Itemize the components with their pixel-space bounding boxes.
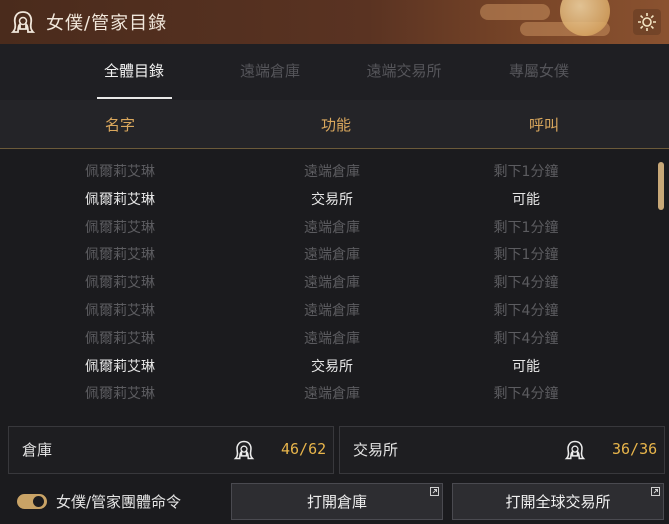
scrollbar-thumb[interactable] (658, 162, 664, 210)
warehouse-count: 46/62 (281, 440, 327, 458)
tab-all-list[interactable]: 全體目錄 (64, 60, 204, 81)
maid-call-status: 剩下4分鐘 (493, 330, 559, 347)
maid-call-status: 剩下4分鐘 (493, 275, 559, 292)
maid-call-status: 可能 (512, 191, 540, 208)
tab-remote-warehouse[interactable]: 遠端倉庫 (200, 60, 340, 81)
open-global-market-label: 打開全球交易所 (505, 493, 611, 511)
maid-name: 佩爾莉艾琳 (85, 219, 155, 236)
maid-function: 遠端倉庫 (304, 219, 360, 236)
maid-function: 遠端倉庫 (304, 330, 360, 347)
maid-name: 佩爾莉艾琳 (85, 275, 155, 292)
maid-name: 佩爾莉艾琳 (85, 164, 155, 180)
maid-name: 佩爾莉艾琳 (85, 330, 155, 347)
maid-icon (10, 11, 36, 33)
gear-icon (638, 13, 656, 31)
maid-list: 佩爾莉艾琳 遠端倉庫 剩下1分鐘 佩爾莉艾琳 交易所 可能 佩爾莉艾琳 遠端倉庫 剩下1分鐘 佩爾… (0, 149, 669, 414)
warehouse-label: 倉庫 (22, 441, 53, 459)
maid-call-status: 剩下4分鐘 (493, 303, 559, 319)
external-link-icon (430, 487, 439, 496)
maid-function: 遠端倉庫 (304, 275, 360, 292)
settings-button[interactable] (633, 9, 661, 35)
column-header-call[interactable]: 呼叫 (444, 114, 644, 135)
maid-name: 佩爾莉艾琳 (85, 358, 155, 375)
tab-exclusive-maid[interactable]: 專屬女僕 (469, 60, 609, 81)
maid-icon (564, 440, 586, 460)
window-title: 女僕/管家目錄 (46, 13, 168, 34)
open-global-market-button[interactable]: 打開全球交易所 (452, 483, 664, 520)
market-count: 36/36 (612, 440, 658, 458)
warehouse-stat: 倉庫 46/62 (8, 426, 334, 474)
cloud-decoration (480, 4, 550, 20)
open-warehouse-button[interactable]: 打開倉庫 (231, 483, 443, 520)
maid-function: 遠端倉庫 (304, 386, 360, 403)
tab-remote-market[interactable]: 遠端交易所 (334, 60, 474, 81)
list-item[interactable]: 佩爾莉艾琳 遠端倉庫 剩下4分鐘 (0, 379, 650, 407)
column-header-name[interactable]: 名字 (20, 114, 220, 135)
maid-call-status: 剩下1分鐘 (493, 247, 559, 264)
list-item[interactable]: 佩爾莉艾琳 遠端倉庫 剩下4分鐘 (0, 296, 650, 324)
maid-function: 交易所 (311, 358, 353, 375)
maid-function: 遠端倉庫 (304, 247, 360, 264)
open-warehouse-label: 打開倉庫 (306, 493, 367, 511)
title-bar: 女僕/管家目錄 (0, 0, 669, 45)
list-item[interactable]: 佩爾莉艾琳 遠端倉庫 剩下4分鐘 (0, 324, 650, 352)
list-item[interactable]: 佩爾莉艾琳 遠端倉庫 剩下4分鐘 (0, 268, 650, 296)
maid-function: 遠端倉庫 (304, 303, 360, 319)
active-tab-indicator (97, 97, 172, 99)
maid-name: 佩爾莉艾琳 (85, 191, 155, 208)
market-label: 交易所 (353, 441, 399, 459)
tab-bar: 全體目錄 遠端倉庫 遠端交易所 專屬女僕 (0, 44, 669, 100)
maid-function: 交易所 (311, 191, 353, 208)
maid-name: 佩爾莉艾琳 (85, 303, 155, 319)
group-command-label: 女僕/管家團體命令 (56, 493, 182, 511)
maid-name: 佩爾莉艾琳 (85, 247, 155, 264)
list-item[interactable]: 佩爾莉艾琳 交易所 可能 (0, 352, 650, 380)
external-link-icon (651, 487, 660, 496)
list-item[interactable]: 佩爾莉艾琳 遠端倉庫 剩下1分鐘 (0, 240, 650, 268)
list-item[interactable]: 佩爾莉艾琳 遠端倉庫 剩下1分鐘 (0, 213, 650, 241)
maid-name: 佩爾莉艾琳 (85, 386, 155, 403)
list-item[interactable]: 佩爾莉艾琳 遠端倉庫 剩下1分鐘 (0, 157, 650, 185)
table-header: 名字 功能 呼叫 (0, 100, 669, 149)
market-stat: 交易所 36/36 (339, 426, 665, 474)
maid-icon (233, 440, 255, 460)
list-item[interactable]: 佩爾莉艾琳 交易所 可能 (0, 185, 650, 213)
maid-function: 遠端倉庫 (304, 164, 360, 180)
toggle-knob (33, 496, 44, 507)
group-command-toggle[interactable] (17, 494, 47, 509)
maid-call-status: 可能 (512, 358, 540, 375)
column-header-function[interactable]: 功能 (236, 114, 436, 135)
maid-call-status: 剩下1分鐘 (493, 219, 559, 236)
scrollbar[interactable] (658, 160, 664, 405)
maid-call-status: 剩下1分鐘 (493, 164, 559, 180)
maid-call-status: 剩下4分鐘 (493, 386, 559, 403)
